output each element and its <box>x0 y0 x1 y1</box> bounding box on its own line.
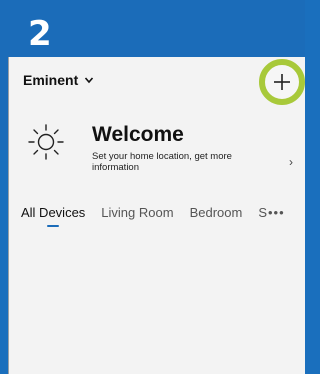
tab-more[interactable]: S••• <box>258 205 284 220</box>
app-screen: Eminent Welcome Set your home location, … <box>8 57 305 374</box>
step-number: 2 <box>28 14 52 54</box>
plus-icon <box>274 74 290 90</box>
chevron-right-icon[interactable]: › <box>289 155 293 169</box>
tab-living-room[interactable]: Living Room <box>101 205 173 220</box>
tab-bedroom[interactable]: Bedroom <box>190 205 243 220</box>
welcome-title: Welcome <box>92 123 184 146</box>
tab-all-devices[interactable]: All Devices <box>21 205 85 227</box>
add-device-button[interactable] <box>259 59 305 105</box>
room-tabs: All Devices Living Room Bedroom S••• <box>21 205 306 231</box>
home-name: Eminent <box>23 72 79 88</box>
chevron-down-icon <box>85 77 94 84</box>
sun-icon <box>28 124 64 160</box>
home-selector[interactable]: Eminent <box>23 72 94 88</box>
welcome-subtitle: Set your home location, get more informa… <box>92 151 232 173</box>
